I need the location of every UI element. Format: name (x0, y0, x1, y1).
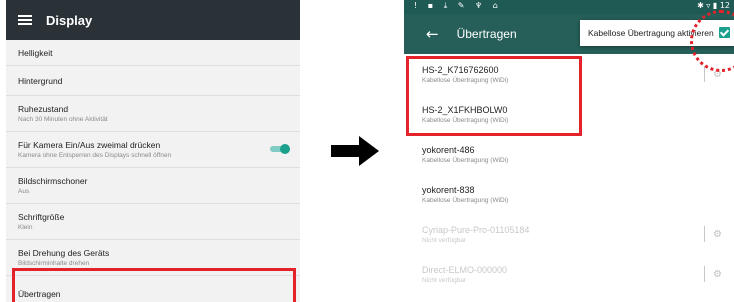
divider (704, 226, 705, 242)
setting-brightness[interactable]: Helligkeit (6, 40, 300, 66)
device-name: yokorent-838 (422, 184, 475, 195)
cast-screen: ! ▪ ⤓ ✎ ♆ ⌂ ✱ ▿ ▮ 12 ← Übertragen HS-2_K… (404, 0, 734, 302)
display-settings-screen: Display Helligkeit Hintergrund Ruhezusta… (6, 0, 300, 302)
device-status: Nicht verfügbar (422, 276, 467, 284)
setting-subtitle: Aus (18, 188, 30, 195)
back-arrow-icon[interactable]: ← (426, 25, 439, 43)
display-settings-list: Helligkeit Hintergrund Ruhezustand Nach … (6, 40, 300, 302)
status-bar: ! ▪ ⤓ ✎ ♆ ⌂ ✱ ▿ ▮ 12 (404, 0, 734, 14)
highlight-target-devices (406, 56, 582, 136)
setting-title: Ruhezustand (18, 104, 69, 114)
tutorial-screenshot: Display Helligkeit Hintergrund Ruhezusta… (0, 0, 734, 302)
device-item[interactable]: yokorent-838 Kabellose Übertragung (WiDi… (404, 174, 734, 214)
device-name: Direct-ELMO-000000 (422, 264, 508, 275)
setting-subtitle: Nach 30 Minuten ohne Aktivität (18, 116, 108, 123)
toggle-knob (280, 144, 290, 154)
device-status: Kabellose Übertragung (WiDi) (422, 156, 509, 164)
setting-sleep[interactable]: Ruhezustand Nach 30 Minuten ohne Aktivit… (6, 96, 300, 132)
device-name: Cyriap-Pure-Pro-01105184 (422, 224, 530, 235)
gear-icon: ⚙ (713, 228, 722, 240)
hamburger-menu-icon[interactable] (18, 15, 32, 25)
device-name: yokorent-486 (422, 144, 475, 155)
setting-title: Bildschirmschoner (18, 176, 88, 186)
divider (704, 66, 705, 82)
camera-toggle-switch[interactable] (270, 144, 290, 154)
setting-title: Schriftgröße (18, 212, 65, 222)
cast-title: Übertragen (456, 27, 517, 41)
device-item[interactable]: yokorent-486 Kabellose Übertragung (WiDi… (404, 134, 734, 174)
device-settings[interactable]: ⚙ (704, 266, 724, 282)
device-settings[interactable]: ⚙ (704, 226, 724, 242)
setting-title: Hintergrund (18, 75, 63, 86)
setting-subtitle: Bildschirminhalte drehen (18, 260, 90, 267)
setting-title: Für Kamera Ein/Aus zweimal drücken (18, 140, 161, 150)
device-item-unavailable[interactable]: Direct-ELMO-000000 Nicht verfügbar ⚙ (404, 254, 734, 294)
system-status-icons: ✱ ▿ ▮ 12 (697, 1, 730, 10)
setting-screensaver[interactable]: Bildschirmschoner Aus (6, 168, 300, 204)
setting-wallpaper[interactable]: Hintergrund (6, 66, 300, 96)
gear-icon: ⚙ (713, 268, 722, 280)
setting-subtitle: Klein (18, 224, 33, 231)
display-title: Display (46, 12, 93, 28)
notification-icons: ! ▪ ⤓ ✎ ♆ ⌂ (414, 1, 502, 10)
display-app-bar: Display (6, 0, 300, 40)
right-arrow-icon (331, 136, 379, 166)
setting-font-size[interactable]: Schriftgröße Klein (6, 204, 300, 240)
setting-subtitle: Kamera ohne Entsperren des Displays schn… (18, 152, 172, 159)
setting-camera-double-press[interactable]: Für Kamera Ein/Aus zweimal drücken Kamer… (6, 132, 300, 168)
setting-title: Bei Drehung des Geräts (18, 248, 110, 258)
highlight-cast-setting (12, 268, 296, 302)
device-status: Nicht verfügbar (422, 236, 467, 244)
device-item-unavailable[interactable]: Cyriap-Pure-Pro-01105184 Nicht verfügbar… (404, 214, 734, 254)
device-status: Kabellose Übertragung (WiDi) (422, 196, 509, 204)
divider (704, 266, 705, 282)
setting-title: Helligkeit (18, 47, 53, 58)
